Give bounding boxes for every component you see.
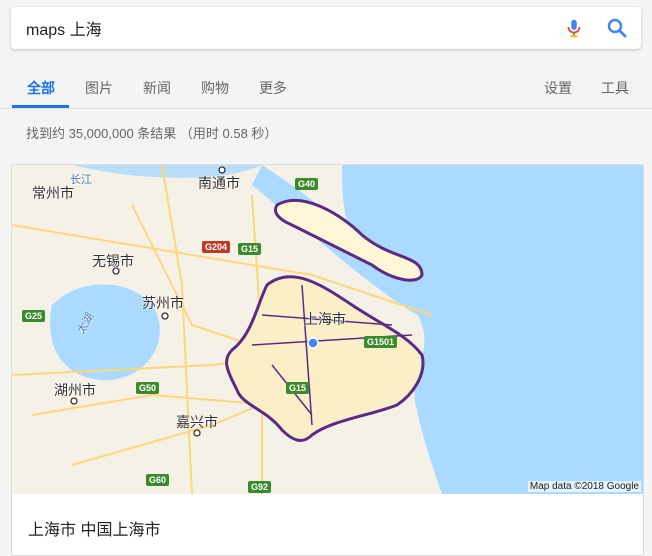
- search-icon[interactable]: [605, 16, 629, 40]
- microphone-icon[interactable]: [563, 17, 585, 39]
- highway-shield-g60: G60: [146, 474, 170, 486]
- map-label-nantong: 南通市: [198, 175, 240, 191]
- place-title[interactable]: 上海市 中国上海市: [28, 516, 160, 540]
- highway-shield-g40: G40: [295, 178, 319, 190]
- search-tabs: 全部 图片 新闻 购物 更多 设置 工具: [0, 62, 652, 108]
- map-attribution: Map data ©2018 Google: [527, 481, 641, 492]
- tab-images[interactable]: 图片: [85, 78, 113, 98]
- map[interactable]: 常州市 南通市 无锡市 苏州市 上海市 湖州市 嘉兴市 长江 太湖 G40 G2…: [12, 165, 643, 495]
- map-label-huzhou: 湖州市: [54, 382, 96, 398]
- map-label-suzhou: 苏州市: [142, 295, 184, 311]
- tab-settings[interactable]: 设置: [544, 78, 572, 98]
- tab-more[interactable]: 更多: [259, 78, 287, 98]
- result-stats: 找到约 35,000,000 条结果 （用时 0.58 秒）: [26, 126, 278, 141]
- map-canvas: [12, 165, 643, 495]
- highway-shield-g92: G92: [248, 481, 272, 493]
- map-card: 常州市 南通市 无锡市 苏州市 上海市 湖州市 嘉兴市 长江 太湖 G40 G2…: [11, 164, 644, 556]
- map-label-changjiang: 长江: [70, 174, 92, 186]
- highway-shield-g1501: G1501: [364, 336, 398, 348]
- highway-shield-g15-north: G15: [238, 243, 262, 255]
- tab-news[interactable]: 新闻: [143, 78, 171, 98]
- search-input[interactable]: [26, 17, 526, 39]
- highway-shield-g204: G204: [202, 241, 231, 253]
- map-label-shanghai: 上海市: [304, 311, 346, 327]
- tab-shopping[interactable]: 购物: [201, 78, 229, 98]
- map-label-jiaxing: 嘉兴市: [176, 414, 218, 430]
- tab-all[interactable]: 全部: [27, 78, 55, 98]
- map-label-changzhou: 常州市: [32, 185, 74, 201]
- highway-shield-g25: G25: [22, 310, 46, 322]
- header-divider: [0, 108, 652, 109]
- highway-shield-g50: G50: [136, 382, 160, 394]
- tab-tools[interactable]: 工具: [601, 78, 629, 98]
- search-header: 全部 图片 新闻 购物 更多 设置 工具: [0, 0, 652, 110]
- map-label-wuxi: 无锡市: [92, 253, 134, 269]
- highway-shield-g15-south: G15: [286, 382, 310, 394]
- search-box[interactable]: [11, 7, 641, 49]
